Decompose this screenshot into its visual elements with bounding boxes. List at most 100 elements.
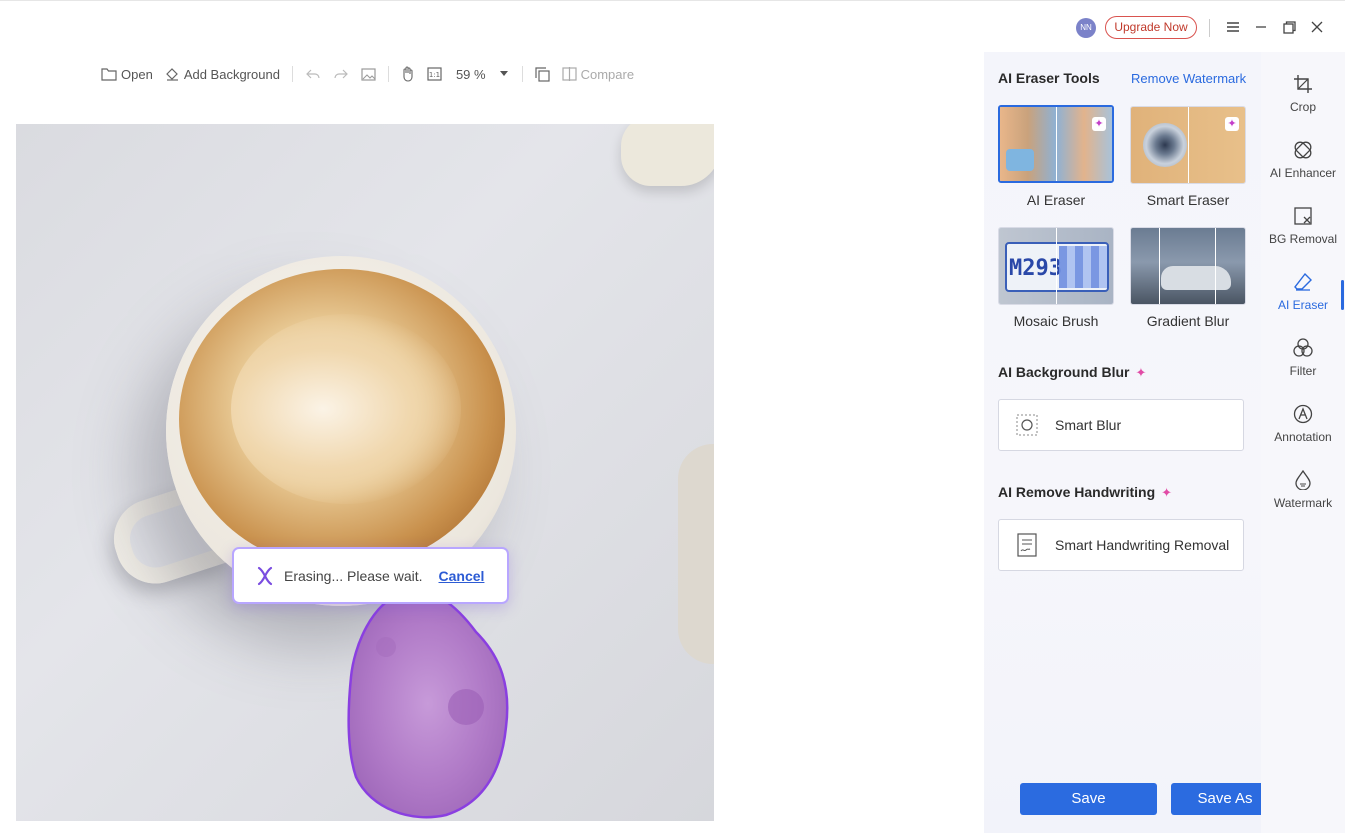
filter-icon [1261, 336, 1345, 360]
toolbar-divider [521, 66, 523, 82]
rail-item-label: Watermark [1273, 496, 1333, 510]
titlebar-divider [1209, 19, 1210, 37]
rail-item-label: AI Enhancer [1269, 166, 1337, 180]
avatar[interactable]: NN [1076, 18, 1096, 38]
add-background-button[interactable]: Add Background [159, 60, 286, 88]
gradient-blur-label: Gradient Blur [1146, 313, 1230, 329]
thumbnail-split-line [1159, 228, 1160, 304]
erasing-progress-toast: Erasing... Please wait. Cancel [232, 547, 509, 604]
app-window: NN Upgrade Now Open Add Background 1:1 5… [0, 0, 1345, 833]
rail-item-label: Crop [1289, 100, 1316, 114]
copy-icon [534, 66, 550, 82]
thumbnail-plate-text: M293 [1009, 256, 1062, 281]
editor-toolbar: Open Add Background 1:1 59 % Compare [95, 60, 640, 88]
hand-icon [403, 66, 413, 82]
title-bar: NN Upgrade Now [0, 0, 1345, 52]
handwriting-icon [1013, 531, 1041, 559]
erasing-status-text: Erasing... Please wait. [284, 567, 423, 584]
zoom-value: 59 % [455, 66, 486, 82]
eraser-icon [1261, 270, 1345, 294]
smart-eraser-card[interactable]: ✦ [1130, 106, 1246, 184]
rail-item-ai-enhancer[interactable]: AI Enhancer [1261, 138, 1345, 180]
minimize-icon[interactable] [1252, 18, 1270, 36]
cancel-link[interactable]: Cancel [439, 568, 485, 584]
image-button[interactable] [355, 60, 382, 88]
actual-size-button[interactable]: 1:1 [421, 60, 448, 88]
tool-panel: AI Eraser Tools Remove Watermark ✦ AI Er… [984, 52, 1308, 833]
latte-art [231, 314, 461, 504]
eraser-tools-title: AI Eraser Tools [998, 70, 1100, 86]
copy-button[interactable] [529, 60, 556, 88]
rail-item-ai-eraser[interactable]: AI Eraser [1261, 270, 1345, 312]
open-button[interactable]: Open [95, 60, 159, 88]
image-canvas[interactable]: Erasing... Please wait. Cancel [16, 124, 714, 821]
watermark-icon [1261, 468, 1345, 492]
paint-bucket-icon [165, 68, 178, 81]
smart-blur-label: Smart Blur [1055, 417, 1122, 433]
gradient-blur-card[interactable] [1130, 227, 1246, 305]
active-indicator [1341, 280, 1344, 310]
undo-icon [306, 69, 320, 79]
rail-item-watermark[interactable]: Watermark [1261, 468, 1345, 510]
thumbnail-car [1161, 266, 1231, 290]
image-icon [361, 67, 376, 81]
thumbnail-split-line [1056, 107, 1057, 181]
thumbnail-car [1006, 149, 1034, 171]
upgrade-now-button[interactable]: Upgrade Now [1105, 16, 1197, 39]
smart-eraser-label: Smart Eraser [1146, 192, 1230, 208]
undo-button[interactable] [299, 60, 327, 88]
enhancer-icon [1261, 138, 1345, 162]
rail-item-label: AI Eraser [1277, 298, 1328, 312]
rail-item-crop[interactable]: Crop [1261, 72, 1345, 114]
rail-item-label: BG Removal [1268, 232, 1338, 246]
zoom-select[interactable]: 59 % [448, 67, 516, 82]
folder-icon [101, 68, 117, 81]
save-button[interactable]: Save [1020, 783, 1157, 815]
eraser-mask [347, 588, 509, 819]
sparkle-icon: ✦ [1161, 485, 1173, 500]
background-blur-title: AI Background Blur ✦ [998, 364, 1146, 381]
ai-eraser-label: AI Eraser [1026, 192, 1086, 208]
open-label: Open [121, 66, 153, 82]
background-object [621, 124, 714, 186]
svg-text:1:1: 1:1 [429, 71, 440, 79]
restore-icon[interactable] [1280, 18, 1298, 36]
hand-tool-button[interactable] [395, 60, 421, 88]
smart-handwriting-removal-button[interactable]: Smart Handwriting Removal [998, 519, 1244, 571]
background-object [678, 444, 714, 664]
chevron-down-icon [499, 71, 508, 76]
thumbnail-mosaic [1059, 246, 1107, 288]
toolbar-divider [291, 66, 293, 82]
background-blur-title-text: AI Background Blur [998, 364, 1130, 380]
compare-button[interactable]: Compare [556, 60, 640, 88]
bg-removal-icon [1261, 204, 1345, 228]
blur-icon [1013, 411, 1041, 439]
smart-blur-button[interactable]: Smart Blur [998, 399, 1244, 451]
sparkle-icon: ✦ [1135, 365, 1147, 380]
rail-item-annotation[interactable]: Annotation [1261, 402, 1345, 444]
mosaic-brush-card[interactable]: M293 [998, 227, 1114, 305]
mosaic-brush-label: Mosaic Brush [1013, 313, 1099, 329]
sparkle-icon: ✦ [1092, 117, 1106, 131]
menu-icon[interactable] [1224, 18, 1242, 36]
rail-item-filter[interactable]: Filter [1261, 336, 1345, 378]
compare-icon [561, 67, 577, 81]
remove-watermark-link[interactable]: Remove Watermark [1131, 71, 1246, 86]
side-rail: Crop AI Enhancer BG Removal AI Eraser Fi… [1261, 52, 1345, 833]
compare-label: Compare [580, 66, 635, 82]
handwriting-title-text: AI Remove Handwriting [998, 484, 1156, 500]
close-icon[interactable] [1308, 18, 1326, 36]
redo-icon [334, 69, 348, 79]
redo-button[interactable] [327, 60, 355, 88]
thumbnail-split-line [1056, 228, 1057, 304]
smart-handwriting-removal-label: Smart Handwriting Removal [1055, 537, 1230, 553]
thumbnail-split-line [1188, 107, 1189, 183]
toolbar-divider [387, 66, 389, 82]
add-background-label: Add Background [183, 66, 280, 82]
actual-size-icon: 1:1 [427, 67, 442, 81]
loading-icon [257, 566, 273, 585]
annotation-icon [1261, 402, 1345, 426]
sparkle-icon: ✦ [1225, 117, 1239, 131]
ai-eraser-card[interactable]: ✦ [998, 105, 1114, 183]
rail-item-bg-removal[interactable]: BG Removal [1261, 204, 1345, 246]
